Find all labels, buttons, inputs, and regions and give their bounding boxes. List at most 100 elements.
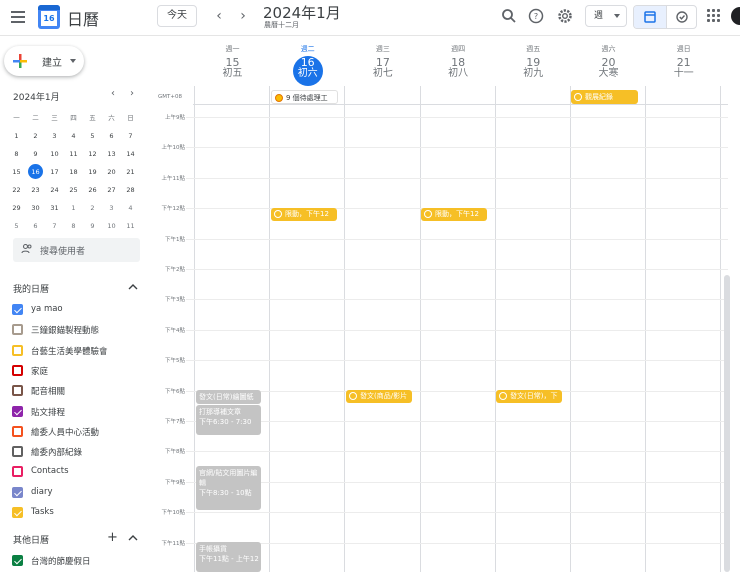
create-button[interactable]: 建立	[4, 46, 84, 76]
mini-day[interactable]: 6	[102, 128, 121, 145]
calendar-checkbox[interactable]	[12, 425, 23, 437]
calendar-checkbox[interactable]	[12, 324, 23, 336]
mini-day[interactable]: 4	[64, 128, 83, 145]
task-event-tue-noon[interactable]: 限動，下午12	[271, 208, 337, 221]
mini-day[interactable]: 2	[26, 128, 45, 145]
calendar-view-toggle[interactable]	[634, 6, 666, 28]
mini-day[interactable]: 8	[64, 218, 83, 235]
tasks-view-toggle[interactable]	[666, 6, 696, 28]
account-avatar[interactable]	[731, 7, 740, 25]
day-header[interactable]: 週六 20 大寒	[571, 44, 646, 79]
event-mon-830pm[interactable]: 官網/貼文用圖片編輯 下午8:30 - 10點	[196, 466, 261, 510]
mini-day[interactable]: 1	[64, 200, 83, 217]
calendar-list-item[interactable]: 繪委人員中心活動	[12, 424, 142, 440]
calendar-checkbox[interactable]	[12, 486, 23, 498]
mini-day[interactable]: 4	[121, 200, 140, 217]
settings-gear-icon[interactable]	[556, 7, 574, 25]
next-week-icon[interactable]: ›	[234, 7, 252, 25]
add-other-calendar-icon[interactable]: +	[107, 530, 118, 545]
calendar-list-item[interactable]: Tasks	[12, 505, 142, 521]
mini-day[interactable]: 22	[7, 182, 26, 199]
pending-tasks-chip[interactable]: 9 個待處理工	[271, 90, 338, 104]
calendar-checkbox[interactable]	[12, 304, 23, 315]
mini-day[interactable]: 16	[26, 164, 45, 181]
mini-day[interactable]: 2	[83, 200, 102, 217]
grid-scrollbar[interactable]	[724, 275, 730, 572]
mini-day[interactable]: 9	[26, 146, 45, 163]
mini-day[interactable]: 3	[102, 200, 121, 217]
mini-day[interactable]: 3	[45, 128, 64, 145]
day-header[interactable]: 週一 15 初五	[195, 44, 270, 79]
calendar-list-item[interactable]: 台藝生活美學體驗會	[12, 343, 142, 359]
event-mon-11pm[interactable]: 手帳攝貨 下午11點 - 上午12	[196, 542, 261, 572]
mini-day[interactable]: 8	[7, 146, 26, 163]
mini-day[interactable]: 6	[26, 218, 45, 235]
calendar-checkbox[interactable]	[12, 364, 23, 376]
task-event-wed-6pm[interactable]: 發文(商品/影片	[346, 390, 412, 403]
mini-prev-month-icon[interactable]: ‹	[111, 88, 115, 99]
mini-day[interactable]: 25	[64, 182, 83, 199]
mini-day[interactable]: 21	[121, 164, 140, 181]
search-people-input[interactable]: 搜尋使用者	[13, 238, 140, 262]
calendar-list-item[interactable]: ya mao	[12, 302, 142, 318]
event-mon-630pm[interactable]: 打那導補文章 下午6:30 - 7:30	[196, 405, 261, 435]
mini-day[interactable]: 15	[7, 164, 26, 181]
day-header[interactable]: 週四 18 初八	[421, 44, 496, 79]
mini-day[interactable]: 18	[64, 164, 83, 181]
calendar-list-item[interactable]: diary	[12, 485, 142, 501]
mini-day[interactable]: 5	[7, 218, 26, 235]
search-icon[interactable]	[500, 7, 518, 25]
mini-day[interactable]: 7	[45, 218, 64, 235]
mini-day[interactable]: 1	[7, 128, 26, 145]
mini-day[interactable]: 29	[7, 200, 26, 217]
mini-day[interactable]: 23	[26, 182, 45, 199]
previous-week-icon[interactable]: ‹	[210, 7, 228, 25]
mini-day[interactable]: 11	[121, 218, 140, 235]
event-mon-6pm[interactable]: 發文(日常)繪圖紙	[196, 390, 261, 404]
calendar-list-item[interactable]: Contacts	[12, 464, 142, 480]
day-header[interactable]: 週三 17 初七	[345, 44, 420, 79]
mini-day[interactable]: 19	[83, 164, 102, 181]
chevron-up-icon[interactable]	[128, 283, 138, 291]
mini-day[interactable]: 24	[45, 182, 64, 199]
mini-day[interactable]: 5	[83, 128, 102, 145]
calendar-checkbox[interactable]	[12, 385, 23, 397]
calendar-list-item[interactable]: 貼文排程	[12, 404, 142, 420]
main-menu-icon[interactable]	[8, 8, 28, 28]
calendar-checkbox[interactable]	[12, 466, 23, 478]
other-calendars-title[interactable]: 其他日曆	[13, 533, 49, 546]
today-button[interactable]: 今天	[157, 5, 197, 27]
view-selector[interactable]: 週	[585, 5, 627, 27]
allday-event-saturday[interactable]: 觀展紀錄	[571, 90, 638, 104]
day-header[interactable]: 週日 21 十一	[646, 44, 721, 79]
task-event-fri-6pm[interactable]: 發文(日常)，下	[496, 390, 562, 403]
mini-day[interactable]: 7	[121, 128, 140, 145]
calendar-checkbox[interactable]	[12, 446, 23, 458]
calendar-checkbox[interactable]	[12, 344, 23, 356]
help-icon[interactable]: ?	[527, 7, 545, 25]
mini-day[interactable]: 12	[83, 146, 102, 163]
day-header[interactable]: 週五 19 初九	[496, 44, 571, 79]
mini-day[interactable]: 26	[83, 182, 102, 199]
mini-day[interactable]: 28	[121, 182, 140, 199]
mini-day[interactable]: 20	[102, 164, 121, 181]
mini-day[interactable]: 14	[121, 146, 140, 163]
task-event-thu-noon[interactable]: 限動，下午12	[421, 208, 487, 221]
mini-day[interactable]: 13	[102, 146, 121, 163]
mini-day[interactable]: 31	[45, 200, 64, 217]
chevron-up-icon[interactable]	[128, 534, 138, 542]
calendar-list-item[interactable]: 家庭	[12, 363, 142, 379]
my-calendars-title[interactable]: 我的日曆	[13, 282, 49, 295]
mini-day[interactable]: 10	[45, 146, 64, 163]
google-apps-icon[interactable]	[707, 9, 721, 23]
mini-day[interactable]: 30	[26, 200, 45, 217]
calendar-list-item[interactable]: 繪委內部紀錄	[12, 444, 142, 460]
calendar-checkbox[interactable]	[12, 555, 23, 566]
mini-next-month-icon[interactable]: ›	[130, 88, 134, 99]
mini-day[interactable]: 27	[102, 182, 121, 199]
mini-day[interactable]: 10	[102, 218, 121, 235]
day-header[interactable]: 週二 16 初六	[270, 44, 345, 86]
mini-day[interactable]: 11	[64, 146, 83, 163]
calendar-list-item[interactable]: 台灣的節慶假日	[12, 553, 142, 569]
calendar-list-item[interactable]: 配音相關	[12, 383, 142, 399]
